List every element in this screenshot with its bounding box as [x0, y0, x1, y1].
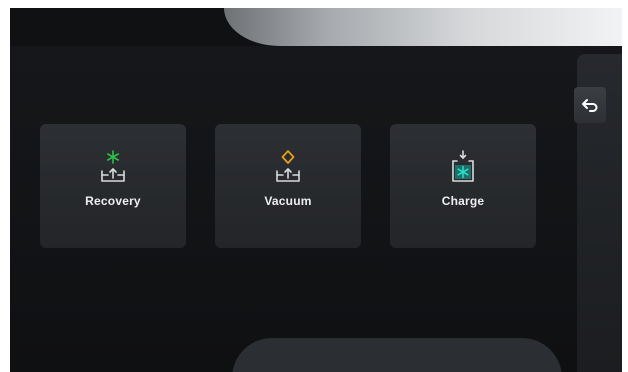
vacuum-icon [276, 150, 300, 182]
recovery-label: Recovery [85, 194, 141, 208]
refrigerant-charge-icon [452, 150, 474, 182]
charge-button[interactable]: Charge [390, 124, 536, 248]
charge-label: Charge [441, 194, 485, 208]
header-swoosh [224, 8, 622, 46]
back-arrow-icon [582, 99, 598, 112]
refrigerant-recovery-icon [101, 150, 125, 182]
vacuum-label: Vacuum [264, 194, 312, 208]
vacuum-button[interactable]: Vacuum [215, 124, 361, 248]
bottom-tab [232, 338, 562, 372]
recovery-button[interactable]: Recovery [40, 124, 186, 248]
back-button[interactable] [574, 87, 606, 123]
